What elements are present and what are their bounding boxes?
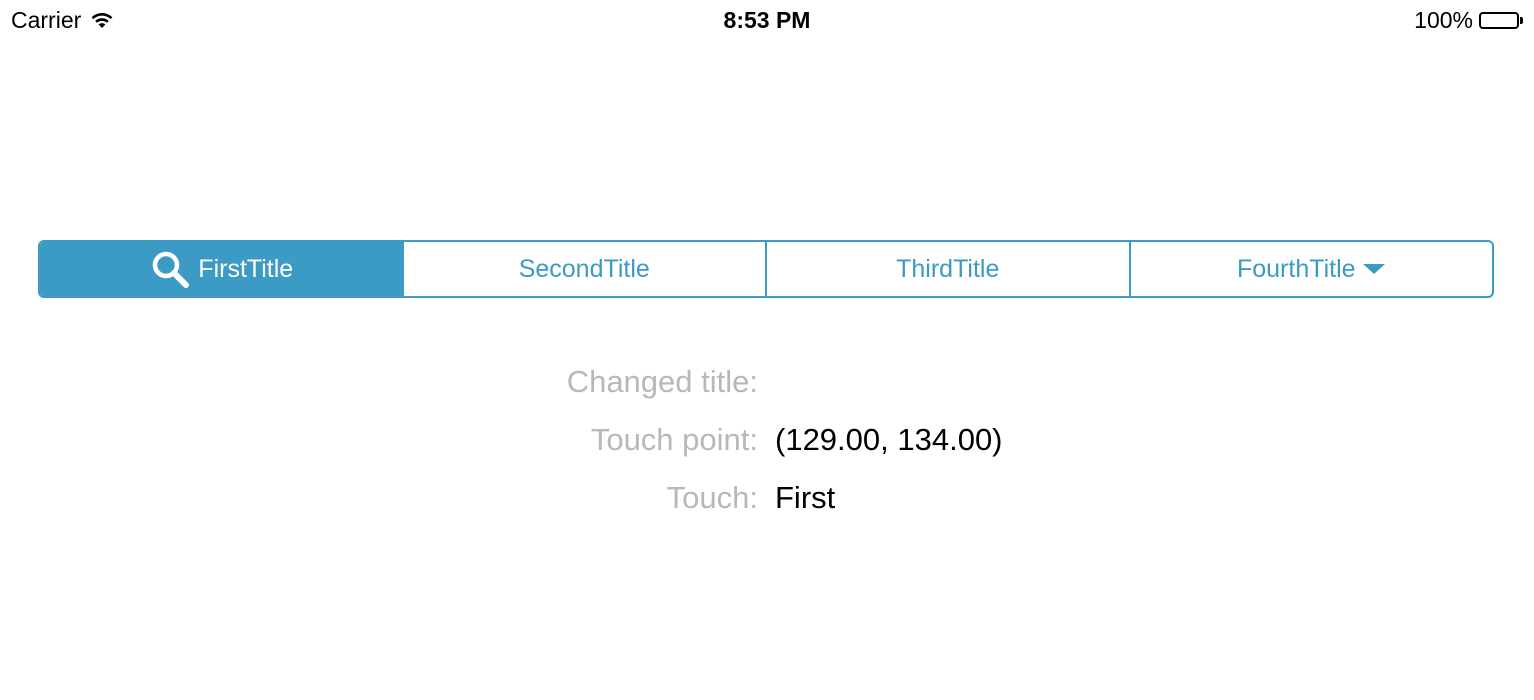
segment-fourth-label: FourthTitle — [1236, 254, 1356, 283]
segment-second[interactable]: SecondTitle — [401, 242, 766, 296]
segmented-control: FirstTitle SecondTitle ThirdTitle Fourth… — [38, 240, 1494, 298]
battery-percent: 100% — [1414, 7, 1473, 33]
changed-title-row: Changed title: — [0, 364, 1534, 400]
touch-point-row: Touch point: (129.00, 134.00) — [0, 422, 1534, 458]
status-time: 8:53 PM — [723, 7, 811, 33]
segment-first-label: FirstTitle — [198, 254, 294, 283]
touch-row: Touch: First — [0, 480, 1534, 516]
segment-third-label: ThirdTitle — [896, 254, 1000, 283]
status-bar: Carrier 8:53 PM 100% — [0, 0, 1534, 40]
segment-second-label: SecondTitle — [518, 254, 650, 283]
search-icon — [148, 247, 192, 291]
triangle-down-icon — [1362, 263, 1386, 275]
segment-first[interactable]: FirstTitle — [40, 242, 402, 296]
battery-indicator: 100% — [1414, 6, 1523, 34]
changed-title-label: Changed title: — [566, 364, 758, 399]
touch-label: Touch: — [666, 480, 758, 515]
battery-icon — [1479, 11, 1523, 29]
segment-fourth[interactable]: FourthTitle — [1128, 242, 1493, 296]
touch-value: First — [775, 480, 836, 515]
segment-third[interactable]: ThirdTitle — [765, 242, 1129, 296]
touch-point-label: Touch point: — [590, 422, 758, 457]
touch-point-value: (129.00, 134.00) — [775, 422, 1003, 457]
